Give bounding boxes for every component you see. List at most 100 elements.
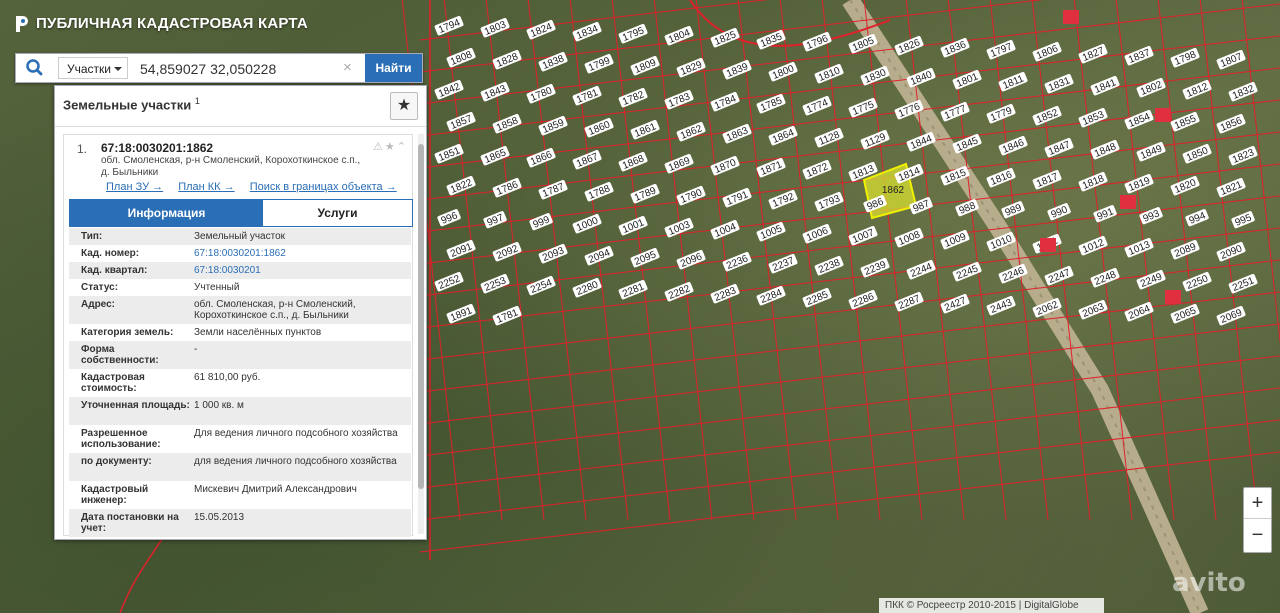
parcel-label-text: 1819	[1127, 175, 1152, 194]
parcel-label: 1855	[1170, 111, 1200, 132]
parcel-label: 1852	[1032, 105, 1062, 126]
parcel-label-text: 1872	[805, 161, 830, 180]
zoom-in-button[interactable]: +	[1244, 488, 1271, 519]
parcel-label: 1823	[1228, 145, 1258, 166]
parcel-label-text: 1853	[1081, 109, 1106, 128]
house-roof	[1120, 195, 1136, 209]
parcel-label-text: 1811	[1001, 73, 1025, 91]
info-value: -	[194, 344, 198, 355]
parcel-label: 1856	[1216, 113, 1246, 134]
parcel-label: 1780	[526, 83, 556, 104]
parcel-label: 1819	[1124, 173, 1154, 194]
parcel-label-text: 2253	[483, 275, 508, 294]
info-key: Дата постановки на учет:	[81, 512, 179, 534]
parcel-label: 1812	[1182, 79, 1212, 100]
parcel-label: 1840	[906, 67, 936, 88]
result-cadastral-id[interactable]: 67:18:0030201:1862	[101, 141, 213, 155]
info-value: Мискевич Дмитрий Александрович	[194, 484, 357, 495]
parcel-label: 1820	[1170, 175, 1200, 196]
parcel-label-text: 1820	[1173, 177, 1198, 196]
favorites-button[interactable]: ★	[390, 92, 418, 120]
scrollbar-thumb[interactable]	[418, 144, 424, 489]
parcel-label-text: 1867	[575, 151, 600, 170]
parcel-label: 2095	[630, 247, 660, 268]
info-key: по документу:	[81, 456, 152, 467]
parcel-label-text: 1869	[667, 155, 692, 174]
search-type-select[interactable]: Участки	[58, 57, 128, 79]
parcel-label: 1872	[802, 159, 832, 180]
info-key: Категория земель:	[81, 327, 174, 338]
panel-scrollbar[interactable]	[418, 134, 424, 534]
parcel-label-text: 1862	[679, 123, 704, 142]
parcel-label-text: 2095	[633, 249, 658, 268]
parcel-label: 2065	[1170, 303, 1200, 324]
parcel-label-text: 1000	[575, 215, 600, 234]
info-value[interactable]: 67:18:0030201:1862	[194, 248, 409, 259]
star-icon[interactable]: ★	[385, 141, 397, 153]
tab-services[interactable]: Услуги	[263, 200, 412, 226]
plan-zu-link[interactable]: План ЗУ →	[106, 181, 163, 193]
parcel-label-text: 2251	[1231, 275, 1256, 294]
plan-kk-link[interactable]: План КК →	[178, 181, 234, 193]
parcel-label-text: 2238	[817, 257, 842, 276]
parcel-label: 1858	[492, 113, 522, 134]
parcel-label: 1787	[538, 179, 568, 200]
results-panel: Земельные участки 1 ★ 1. 67:18:0030201:1…	[54, 85, 427, 540]
parcel-label-text: 1846	[1001, 137, 1026, 156]
parcel-label-text: 1863	[725, 125, 750, 144]
parcel-label: 2427	[940, 293, 970, 314]
parcel-label-text: 2427	[943, 295, 968, 314]
parcel-label: 1853	[1078, 107, 1108, 128]
parcel-label: 1816	[986, 167, 1016, 188]
tab-information[interactable]: Информация	[70, 200, 263, 226]
info-row: Уточненная площадь: 1 000 кв. м	[69, 397, 411, 425]
warning-icon[interactable]: ⚠	[373, 141, 385, 153]
search-in-bounds-link[interactable]: Поиск в границах объекта →	[250, 181, 397, 193]
parcel-label-text: 1849	[1139, 143, 1164, 162]
search-bar: Участки × Найти	[15, 53, 423, 83]
info-value[interactable]: 67:18:0030201	[194, 265, 409, 276]
parcel-label: 993	[1139, 207, 1163, 225]
parcel-label-text: 1009	[943, 231, 968, 250]
parcel-label: 995	[1231, 211, 1255, 229]
parcel-label: 2090	[1216, 241, 1246, 262]
parcel-label: 2092	[492, 241, 522, 262]
parcel-label: 997	[483, 211, 507, 229]
clear-icon[interactable]: ×	[343, 57, 352, 79]
result-address: обл. Смоленская, р-н Смоленский, Корохот…	[101, 155, 361, 178]
search-input[interactable]	[130, 57, 372, 81]
parcel-label-text: 1854	[1127, 111, 1152, 130]
parcel-label: 1788	[584, 181, 614, 202]
parcel-label: 2253	[480, 273, 510, 294]
parcel-label-text: 2065	[1173, 305, 1198, 324]
zoom-controls: + −	[1243, 487, 1272, 553]
parcel-label: 1862	[676, 121, 706, 142]
parcel-label: 2249	[1136, 269, 1166, 290]
parcel-label: 1847	[1044, 137, 1074, 158]
find-button[interactable]: Найти	[365, 54, 422, 82]
parcel-label-text: 2244	[909, 261, 934, 280]
parcel-label-text: 1864	[771, 127, 796, 146]
result-index: 1.	[77, 142, 88, 156]
zoom-out-button[interactable]: −	[1244, 520, 1271, 550]
parcel-label-text: 2091	[449, 241, 474, 260]
search-icon[interactable]	[16, 54, 52, 82]
parcel-label-text: 1783	[667, 91, 692, 110]
result-tabs: Информация Услуги	[69, 199, 413, 227]
info-row: по документу: для ведения личного подсобн…	[69, 453, 411, 481]
info-row: Кад. номер: 67:18:0030201:1862	[69, 245, 411, 262]
info-value: Для ведения личного подсобного хозяйства	[194, 428, 398, 439]
parcel-label: 1783	[664, 89, 694, 110]
parcel-label: 1860	[584, 117, 614, 138]
parcel-label: 2237	[768, 253, 798, 274]
parcel-label: 2443	[986, 295, 1016, 316]
info-key: Кадастровый инженер:	[81, 484, 149, 506]
parcel-label: 991	[1093, 205, 1117, 223]
pkk-logo-icon	[16, 16, 28, 32]
chevron-up-icon[interactable]: ⌃	[397, 141, 408, 153]
parcel-label: 1811	[998, 71, 1028, 92]
parcel-label-text: 1810	[817, 65, 842, 84]
parcel-label: 2244	[906, 259, 936, 280]
parcel-label-text: 1779	[989, 105, 1014, 124]
parcel-label-text: 1818	[1081, 173, 1106, 192]
